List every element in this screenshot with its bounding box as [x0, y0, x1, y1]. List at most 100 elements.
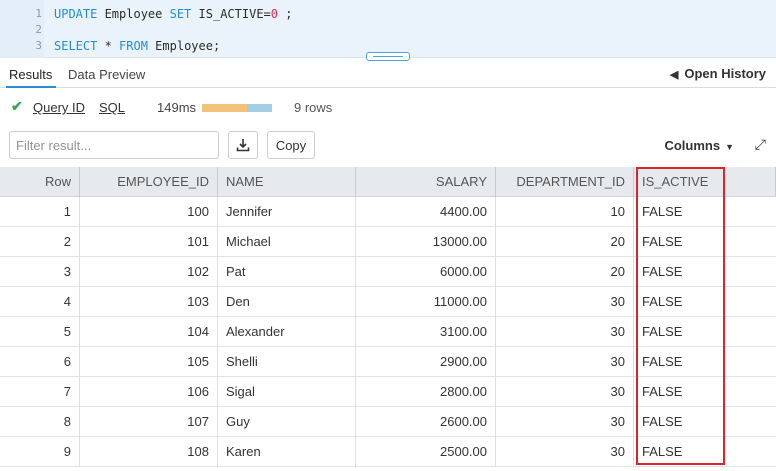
cell-department-id[interactable]: 20 — [496, 227, 634, 257]
cell-name[interactable]: Alexander — [218, 317, 356, 347]
cell-row-number[interactable]: 4 — [0, 287, 80, 317]
cell-is-active[interactable]: FALSE — [634, 347, 776, 377]
table-row[interactable]: 1 100 Jennifer 4400.00 10 FALSE — [0, 197, 776, 227]
cell-department-id[interactable]: 30 — [496, 347, 634, 377]
cell-department-id[interactable]: 30 — [496, 287, 634, 317]
copy-button[interactable]: Copy — [267, 131, 315, 159]
cell-row-number[interactable]: 1 — [0, 197, 80, 227]
cell-department-id[interactable]: 30 — [496, 377, 634, 407]
cell-salary[interactable]: 4400.00 — [356, 197, 496, 227]
cell-salary[interactable]: 2900.00 — [356, 347, 496, 377]
cell-employee-id[interactable]: 102 — [80, 257, 218, 287]
cell-employee-id[interactable]: 107 — [80, 407, 218, 437]
table-row[interactable]: 2 101 Michael 13000.00 20 FALSE — [0, 227, 776, 257]
download-button[interactable] — [228, 131, 258, 159]
cell-name[interactable]: Karen — [218, 437, 356, 467]
cell-is-active[interactable]: FALSE — [634, 197, 776, 227]
cell-employee-id[interactable]: 104 — [80, 317, 218, 347]
cell-employee-id[interactable]: 100 — [80, 197, 218, 227]
cell-name[interactable]: Sigal — [218, 377, 356, 407]
chevron-down-icon: ▼ — [725, 142, 734, 152]
cell-row-number[interactable]: 9 — [0, 437, 80, 467]
cell-row-number[interactable]: 8 — [0, 407, 80, 437]
expand-icon[interactable]: ⤢ — [755, 137, 766, 153]
cell-employee-id[interactable]: 103 — [80, 287, 218, 317]
sql-text: Employee — [97, 7, 170, 21]
active-tab-indicator — [6, 86, 56, 88]
cell-department-id[interactable]: 30 — [496, 407, 634, 437]
cell-row-number[interactable]: 6 — [0, 347, 80, 377]
column-header-is-active[interactable]: IS_ACTIVE — [634, 167, 776, 197]
back-arrow-icon: ◀ — [669, 69, 679, 81]
tab-results[interactable]: Results — [9, 67, 52, 82]
cell-name[interactable]: Pat — [218, 257, 356, 287]
cell-employee-id[interactable]: 101 — [80, 227, 218, 257]
cell-employee-id[interactable]: 105 — [80, 347, 218, 377]
cell-salary[interactable]: 2500.00 — [356, 437, 496, 467]
cell-is-active[interactable]: FALSE — [634, 407, 776, 437]
cell-name[interactable]: Shelli — [218, 347, 356, 377]
cell-employee-id[interactable]: 108 — [80, 437, 218, 467]
cell-name[interactable]: Guy — [218, 407, 356, 437]
cell-salary[interactable]: 3100.00 — [356, 317, 496, 347]
cell-salary[interactable]: 6000.00 — [356, 257, 496, 287]
code-line[interactable]: 1 UPDATE Employee SET IS_ACTIVE=0 ; — [0, 6, 776, 22]
table-row[interactable]: 4 103 Den 11000.00 30 FALSE — [0, 287, 776, 317]
table-row[interactable]: 7 106 Sigal 2800.00 30 FALSE — [0, 377, 776, 407]
cell-row-number[interactable]: 2 — [0, 227, 80, 257]
column-header-employee-id[interactable]: EMPLOYEE_ID — [80, 167, 218, 197]
cell-department-id[interactable]: 30 — [496, 317, 634, 347]
code-line[interactable]: 2 — [0, 22, 776, 38]
cell-name[interactable]: Jennifer — [218, 197, 356, 227]
cell-employee-id[interactable]: 106 — [80, 377, 218, 407]
check-icon: ✔ — [11, 98, 23, 114]
sql-text: IS_ACTIVE= — [191, 7, 271, 21]
cell-is-active[interactable]: FALSE — [634, 437, 776, 467]
cell-row-number[interactable]: 7 — [0, 377, 80, 407]
column-header-name[interactable]: NAME — [218, 167, 356, 197]
sql-number: 0 — [270, 7, 279, 21]
sql-editor[interactable]: 1 UPDATE Employee SET IS_ACTIVE=0 ; 2 3 SELE… — [0, 0, 776, 58]
sql-keyword: UPDATE — [54, 7, 98, 21]
sql-link[interactable]: SQL — [99, 100, 125, 115]
filter-result-input[interactable] — [9, 131, 219, 159]
query-id-link[interactable]: Query ID — [33, 100, 85, 115]
cell-is-active[interactable]: FALSE — [634, 317, 776, 347]
table-row[interactable]: 6 105 Shelli 2900.00 30 FALSE — [0, 347, 776, 377]
sql-keyword: FROM — [119, 39, 148, 53]
cell-is-active[interactable]: FALSE — [634, 377, 776, 407]
cell-row-number[interactable]: 3 — [0, 257, 80, 287]
result-grid: Row EMPLOYEE_ID NAME SALARY DEPARTMENT_I… — [0, 167, 776, 467]
cell-salary[interactable]: 13000.00 — [356, 227, 496, 257]
cell-name[interactable]: Michael — [218, 227, 356, 257]
cell-department-id[interactable]: 30 — [496, 437, 634, 467]
line-number: 1 — [35, 7, 42, 20]
cell-name[interactable]: Den — [218, 287, 356, 317]
cell-is-active[interactable]: FALSE — [634, 227, 776, 257]
cell-is-active[interactable]: FALSE — [634, 257, 776, 287]
cell-is-active[interactable]: FALSE — [634, 287, 776, 317]
execution-time-bar-fill — [202, 104, 247, 112]
table-row[interactable]: 3 102 Pat 6000.00 20 FALSE — [0, 257, 776, 287]
columns-menu-button[interactable]: Columns ▼ — [664, 138, 734, 153]
column-header-row[interactable]: Row — [0, 167, 80, 197]
cell-salary[interactable]: 2600.00 — [356, 407, 496, 437]
execution-time: 149ms — [157, 100, 197, 115]
table-row[interactable]: 9 108 Karen 2500.00 30 FALSE — [0, 437, 776, 467]
table-row[interactable]: 8 107 Guy 2600.00 30 FALSE — [0, 407, 776, 437]
open-history-button[interactable]: ◀ Open History — [670, 66, 766, 81]
sql-keyword: SET — [169, 7, 192, 21]
cell-department-id[interactable]: 20 — [496, 257, 634, 287]
cell-row-number[interactable]: 5 — [0, 317, 80, 347]
cell-salary[interactable]: 2800.00 — [356, 377, 496, 407]
execution-time-bar — [202, 104, 272, 112]
column-header-salary[interactable]: SALARY — [356, 167, 496, 197]
table-header-row: Row EMPLOYEE_ID NAME SALARY DEPARTMENT_I… — [0, 167, 776, 197]
row-count: 9 rows — [294, 100, 333, 115]
table-row[interactable]: 5 104 Alexander 3100.00 30 FALSE — [0, 317, 776, 347]
tab-data-preview[interactable]: Data Preview — [68, 67, 145, 82]
column-header-department-id[interactable]: DEPARTMENT_ID — [496, 167, 634, 197]
cell-department-id[interactable]: 10 — [496, 197, 634, 227]
editor-resize-handle[interactable] — [366, 52, 410, 61]
cell-salary[interactable]: 11000.00 — [356, 287, 496, 317]
